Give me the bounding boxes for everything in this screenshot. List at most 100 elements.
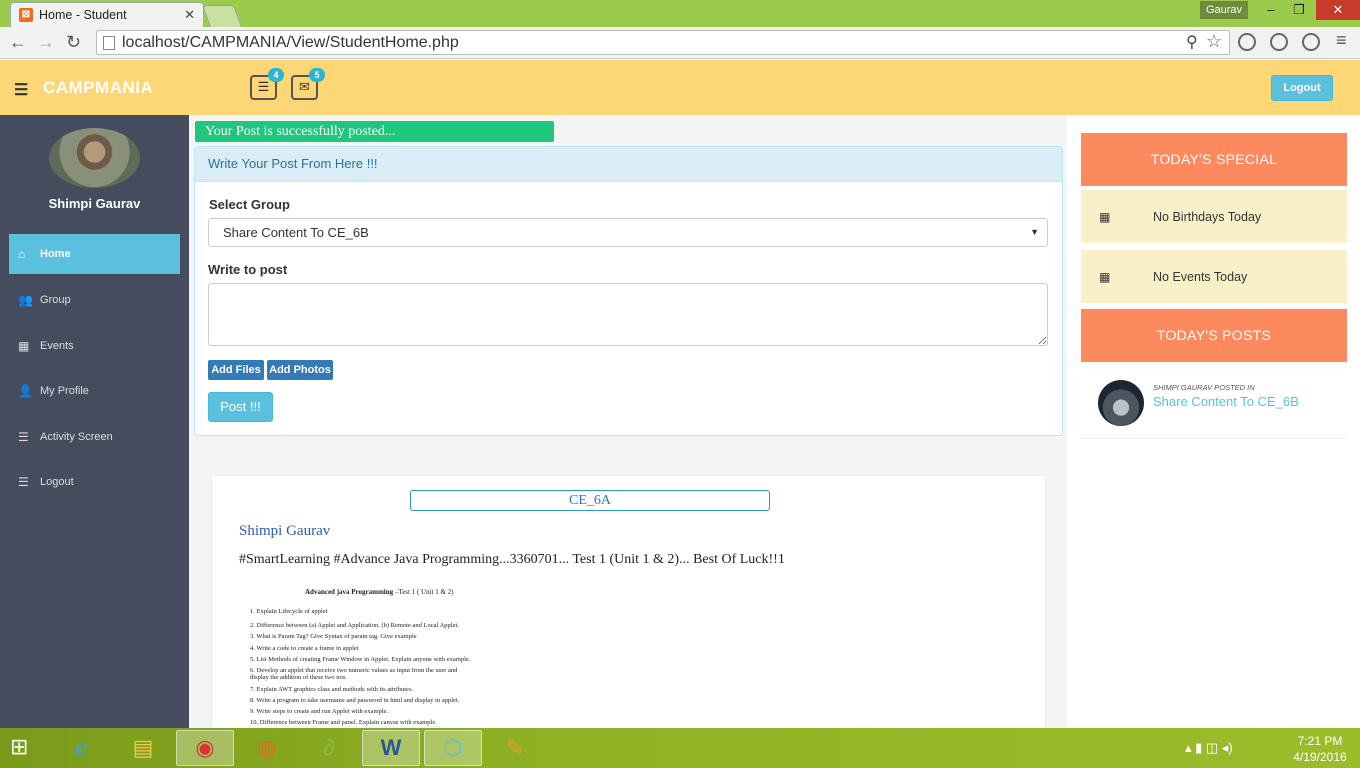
calendar-icon: ▦ (18, 339, 30, 353)
add-files-button[interactable]: Add Files (208, 360, 264, 380)
write-label: Write to post (208, 262, 288, 277)
doc-line: 2. Difference between (a) Applet and App… (250, 622, 459, 629)
sidebar-item-label: Events (40, 340, 74, 352)
post-group-badge[interactable]: CE_6A (410, 490, 770, 511)
group-select-value: Share Content To CE_6B (223, 225, 369, 240)
home-icon: ⌂ (18, 247, 26, 261)
post-author[interactable]: Shimpi Gaurav (239, 523, 330, 540)
sidebar-item-label: Activity Screen (40, 431, 113, 443)
taskbar-clock[interactable]: 7:21 PM 4/19/2016 (1285, 733, 1355, 765)
post-group-link[interactable]: Share Content To CE_6B (1153, 394, 1299, 409)
xampp-favicon-icon: ⊠ (19, 8, 33, 22)
add-photos-button[interactable]: Add Photos (267, 360, 333, 380)
word-icon[interactable]: W (362, 730, 420, 766)
todays-special-heading: TODAY'S SPECIAL (1081, 133, 1347, 186)
events-info: ▦ No Events Today (1081, 250, 1347, 303)
internet-explorer-icon[interactable]: ℯ (52, 730, 110, 766)
doc-line: 3. What is Param Tag? Give Syntax of par… (250, 633, 417, 640)
extension-icon[interactable] (1270, 33, 1288, 51)
sidebar-item-activity-screen[interactable]: ☰ Activity Screen (9, 417, 180, 457)
user-icon: 👤 (18, 384, 33, 398)
address-bar[interactable]: localhost/CAMPMANIA/View/StudentHome.php (96, 30, 1230, 55)
calendar-icon: ▦ (1099, 269, 1111, 284)
sidebar-item-label: My Profile (40, 385, 89, 397)
doc-line: 9. Write steps to create and run Applet … (250, 708, 389, 715)
minimize-icon[interactable]: – (1256, 0, 1286, 20)
doc-line: 4. Write a code to create a frame in app… (250, 645, 359, 652)
windows-start-icon[interactable]: ⊞ (10, 734, 28, 760)
forward-icon[interactable]: → (37, 32, 55, 53)
birthdays-text: No Birthdays Today (1153, 209, 1262, 224)
notifications-badge: 4 (268, 68, 284, 82)
logout-button[interactable]: Logout (1271, 75, 1333, 101)
birthdays-info: ▦ No Birthdays Today (1081, 190, 1347, 243)
sidebar-item-my-profile[interactable]: 👤 My Profile (9, 371, 180, 411)
firefox-icon[interactable]: ◍ (238, 730, 296, 766)
messages-badge: 5 (309, 68, 325, 82)
dreamweaver-icon[interactable]: ∂ (300, 730, 358, 766)
browser-user-badge[interactable]: Gaurav (1200, 1, 1248, 19)
restore-icon[interactable]: ❐ (1284, 0, 1314, 20)
hamburger-icon[interactable]: ☰ (14, 80, 28, 100)
clock-time: 7:21 PM (1297, 734, 1343, 748)
reload-icon[interactable]: ↻ (66, 32, 81, 53)
avatar (49, 128, 140, 188)
sidebar-item-label: Home (40, 248, 71, 260)
doc-line: 8. Write a program to take username and … (250, 697, 460, 704)
url-text: localhost/CAMPMANIA/View/StudentHome.php (122, 33, 459, 51)
back-icon[interactable]: ← (9, 32, 27, 53)
zoom-icon[interactable]: ⚲ (1186, 32, 1198, 52)
paint-icon[interactable]: ✎ (486, 730, 544, 766)
browser-tab-bar (0, 0, 1360, 27)
sidebar-item-logout[interactable]: ☰ Logout (9, 462, 180, 502)
sidebar-item-home[interactable]: ⌂ Home (9, 234, 180, 274)
post-textarea[interactable] (208, 283, 1048, 346)
doc-line: 10. Difference between Frame and panel. … (250, 719, 437, 726)
doc-line: 5. List Methods of creating Frame Window… (250, 656, 471, 663)
doc-line: display the addition of these two nos. (250, 674, 347, 681)
post-text: #SmartLearning #Advance Java Programming… (239, 552, 785, 567)
select-group-label: Select Group (209, 197, 290, 212)
doc-line: 1. Explain Lifecycle of applet (250, 608, 328, 615)
user-name: Shimpi Gaurav (48, 196, 141, 211)
doc-title: Advanced java Programming –Test 1 ( Unit… (305, 588, 454, 596)
app-header (0, 60, 1360, 115)
browser-tab[interactable]: ⊠ Home - Student ✕ (10, 2, 204, 27)
sidebar-item-events[interactable]: ▦ Events (9, 326, 180, 366)
sidebar-item-label: Group (40, 294, 71, 306)
group-avatar (1098, 380, 1144, 426)
extension-icon[interactable] (1302, 33, 1320, 51)
events-text: No Events Today (1153, 269, 1248, 284)
success-alert: Your Post is successfully posted... (195, 121, 554, 142)
extension-icon[interactable] (1238, 33, 1256, 51)
virtualbox-icon[interactable]: ⬡ (424, 730, 482, 766)
list-icon: ☰ (18, 475, 29, 489)
doc-subtitle: –Test 1 ( Unit 1 & 2) (393, 588, 454, 596)
post-by-label: SHIMPI GAURAV POSTED IN (1153, 383, 1255, 392)
sidebar-item-label: Logout (40, 476, 74, 488)
file-explorer-icon[interactable]: ▤ (114, 730, 172, 766)
divider (1081, 438, 1347, 439)
post-button[interactable]: Post !!! (208, 392, 273, 422)
users-icon: 👥 (18, 293, 33, 307)
doc-line: 7. Explain AWT graphics class and method… (250, 686, 414, 693)
page-icon (103, 35, 115, 50)
list-icon: ☰ (18, 430, 29, 444)
bookmark-star-icon[interactable]: ☆ (1206, 31, 1222, 52)
panel-title: Write Your Post From Here !!! (195, 147, 1062, 182)
chrome-icon[interactable]: ◉ (176, 730, 234, 766)
system-tray-icons[interactable]: ▴ ▮ ◫ ◂) (1185, 740, 1233, 756)
brand-title[interactable]: CAMPMANIA (43, 78, 153, 98)
group-select[interactable]: Share Content To CE_6B ▼ (208, 218, 1048, 247)
menu-icon[interactable]: ≡ (1336, 30, 1347, 51)
clock-date: 4/19/2016 (1293, 750, 1347, 764)
tab-title: Home - Student (39, 8, 127, 22)
sidebar-item-group[interactable]: 👥 Group (9, 280, 180, 320)
chevron-down-icon: ▼ (1030, 227, 1039, 237)
doc-title-bold: Advanced java Programming (305, 588, 394, 596)
doc-line: 6. Develop an applet that receive two nu… (250, 667, 458, 674)
tab-close-icon[interactable]: ✕ (184, 7, 195, 23)
window-close-icon[interactable]: ✕ (1316, 0, 1360, 20)
calendar-icon: ▦ (1099, 209, 1111, 224)
todays-posts-heading: TODAY'S POSTS (1081, 309, 1347, 362)
